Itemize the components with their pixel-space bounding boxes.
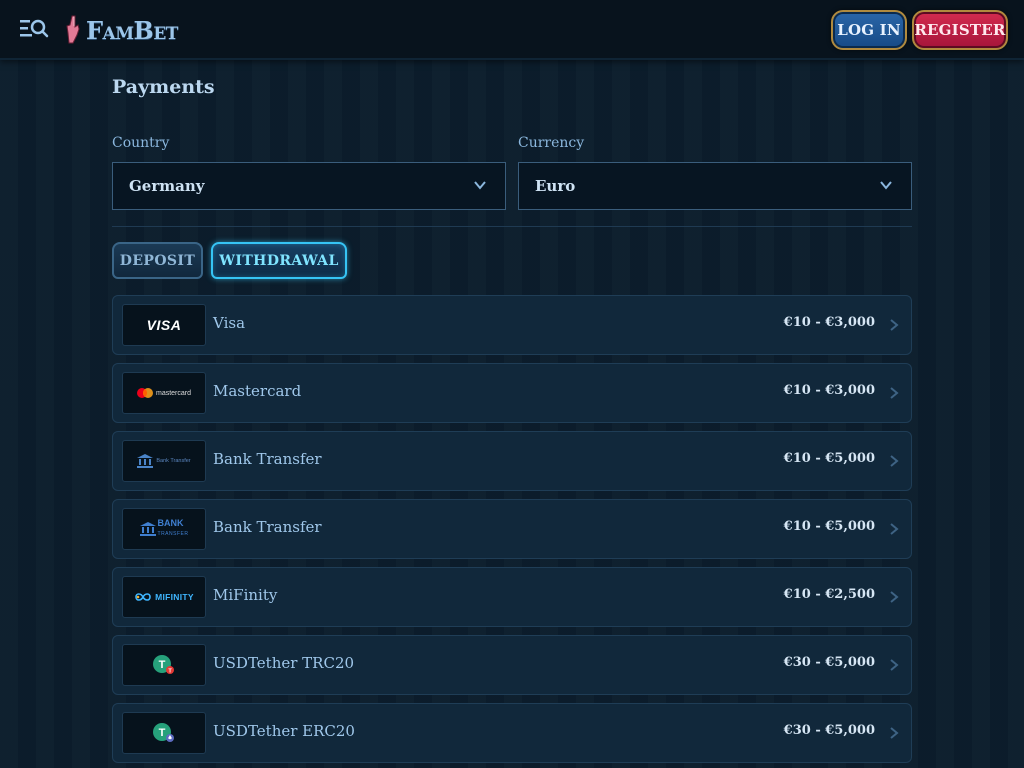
country-select[interactable]: Germany bbox=[112, 162, 506, 210]
country-value: Germany bbox=[129, 177, 205, 195]
visa-logo-text: VISA bbox=[146, 317, 182, 333]
method-range: €10 - €3,000 bbox=[783, 383, 875, 398]
currency-value: Euro bbox=[535, 177, 576, 195]
chevron-down-icon bbox=[880, 181, 892, 190]
tab-withdrawal[interactable]: WITHDRAWAL bbox=[211, 242, 347, 279]
tether-erc20-logo: T bbox=[122, 712, 206, 754]
payment-method-usdt-trc20[interactable]: T T USDTether TRC20 €30 - €5,000 bbox=[112, 635, 912, 695]
payment-method-visa[interactable]: VISA Visa €10 - €3,000 bbox=[112, 295, 912, 355]
bank-logo-subword: TRANSFER bbox=[157, 531, 189, 537]
page-title: Payments bbox=[112, 76, 215, 98]
country-label: Country bbox=[112, 135, 170, 151]
method-name: Bank Transfer bbox=[213, 450, 322, 468]
bank-logo-word: BANK bbox=[157, 518, 184, 528]
chevron-right-icon bbox=[890, 727, 899, 739]
payment-method-usdt-erc20[interactable]: T USDTether ERC20 €30 - €5,000 bbox=[112, 703, 912, 763]
method-range: €30 - €5,000 bbox=[783, 723, 875, 738]
divider bbox=[112, 226, 912, 227]
bank-icon bbox=[137, 454, 154, 468]
method-name: Mastercard bbox=[213, 382, 302, 400]
payment-method-bank-transfer[interactable]: Bank Transfer Bank Transfer €10 - €5,000 bbox=[112, 431, 912, 491]
method-name: USDTether ERC20 bbox=[213, 722, 355, 740]
menu-search-icon bbox=[20, 19, 49, 38]
mifinity-logo: MIFINITY bbox=[122, 576, 206, 618]
payment-method-mifinity[interactable]: MIFINITY MiFinity €10 - €2,500 bbox=[112, 567, 912, 627]
mifinity-logo-text: MIFINITY bbox=[155, 592, 194, 602]
method-range: €10 - €5,000 bbox=[783, 451, 875, 466]
method-range: €10 - €5,000 bbox=[783, 519, 875, 534]
fambet-logo[interactable]: FamBet bbox=[64, 12, 178, 48]
method-name: Visa bbox=[213, 314, 246, 332]
chevron-right-icon bbox=[890, 659, 899, 671]
chevron-down-icon bbox=[474, 181, 486, 190]
svg-text:T: T bbox=[159, 727, 166, 739]
mastercard-logo-text: mastercard bbox=[155, 389, 191, 397]
visa-logo: VISA bbox=[122, 304, 206, 346]
method-name: MiFinity bbox=[213, 586, 278, 604]
tab-deposit[interactable]: DEPOSIT bbox=[112, 242, 203, 279]
mastercard-circles-icon bbox=[136, 388, 153, 398]
tether-trc20-logo: T T bbox=[122, 644, 206, 686]
currency-select[interactable]: Euro bbox=[518, 162, 912, 210]
infinity-icon bbox=[135, 593, 151, 601]
chevron-right-icon bbox=[890, 591, 899, 603]
svg-text:T: T bbox=[159, 659, 166, 671]
tether-icon: T bbox=[153, 723, 174, 742]
chevron-right-icon bbox=[890, 455, 899, 467]
bank-logo-text: BANK TRANSFER bbox=[158, 519, 189, 539]
logo-text: FamBet bbox=[86, 15, 178, 45]
login-button[interactable]: LOG IN bbox=[831, 10, 907, 50]
method-range: €10 - €2,500 bbox=[783, 587, 875, 602]
method-name: Bank Transfer bbox=[213, 518, 322, 536]
bank-transfer-logo-alt: BANK TRANSFER bbox=[122, 508, 206, 550]
menu-search-button[interactable] bbox=[19, 16, 49, 42]
bank-icon bbox=[139, 522, 156, 536]
site-header: FamBet LOG IN REGISTER bbox=[0, 0, 1024, 60]
currency-label: Currency bbox=[518, 135, 585, 151]
tether-icon: T T bbox=[153, 655, 174, 674]
payment-method-bank-transfer-alt[interactable]: BANK TRANSFER Bank Transfer €10 - €5,000 bbox=[112, 499, 912, 559]
mastercard-logo: mastercard bbox=[122, 372, 206, 414]
bank-transfer-logo: Bank Transfer bbox=[122, 440, 206, 482]
register-button[interactable]: REGISTER bbox=[912, 10, 1008, 50]
method-range: €10 - €3,000 bbox=[783, 315, 875, 330]
chevron-right-icon bbox=[890, 523, 899, 535]
chevron-right-icon bbox=[890, 387, 899, 399]
method-range: €30 - €5,000 bbox=[783, 655, 875, 670]
method-name: USDTether TRC20 bbox=[213, 654, 355, 672]
chevron-right-icon bbox=[890, 319, 899, 331]
bank-transfer-logo-text: Bank Transfer bbox=[156, 458, 191, 464]
payment-method-mastercard[interactable]: mastercard Mastercard €10 - €3,000 bbox=[112, 363, 912, 423]
hand-icon bbox=[66, 15, 80, 44]
